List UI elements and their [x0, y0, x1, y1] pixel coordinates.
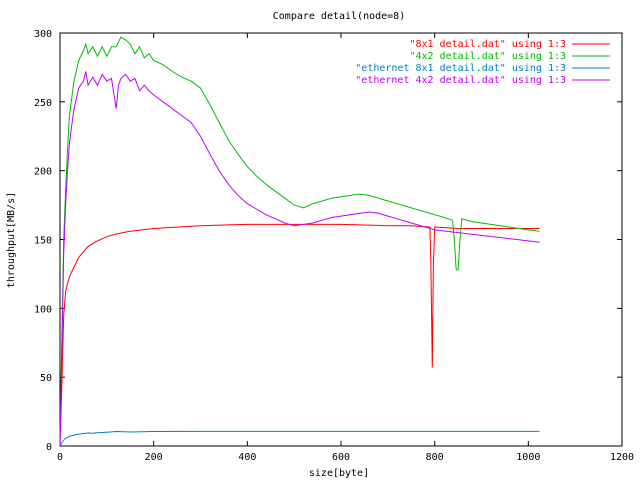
series-lines [59, 36, 540, 447]
series-line-3 [59, 430, 540, 447]
legend-label-1: "8x1 detail.dat" using 1:3 [409, 39, 566, 50]
x-tick-label: 200 [145, 452, 163, 463]
series-line-1 [59, 223, 540, 447]
x-tick-label: 0 [57, 452, 63, 463]
series-line-4 [59, 71, 540, 447]
series-line-2 [59, 36, 540, 447]
legend-label-2: "4x2 detail.dat" using 1:3 [409, 51, 566, 62]
chart-title: Compare detail(node=8) [273, 11, 405, 22]
x-tick-label: 600 [332, 452, 350, 463]
y-tick-label: 200 [34, 167, 52, 178]
axis-ticks: 0 200 400 600 800 1000 1200 0 50 100 150 200 250 300 [34, 29, 634, 463]
chart: Compare detail(node=8) size[byte] throug… [6, 11, 634, 479]
plot-frame [59, 32, 623, 447]
y-tick-label: 0 [46, 442, 52, 453]
x-axis-label: size[byte] [309, 468, 369, 479]
x-tick-label: 1200 [610, 452, 634, 463]
y-tick-label: 50 [40, 373, 52, 384]
y-tick-label: 100 [34, 304, 52, 315]
x-tick-label: 1000 [516, 452, 540, 463]
y-axis-label: throughput[MB/s] [6, 192, 17, 288]
legend-label-4: "ethernet 4x2 detail.dat" using 1:3 [355, 75, 566, 86]
y-tick-label: 150 [34, 236, 52, 247]
y-tick-label: 300 [34, 29, 52, 40]
x-tick-label: 400 [238, 452, 256, 463]
x-tick-label: 800 [426, 452, 444, 463]
legend-label-3: "ethernet 8x1 detail.dat" using 1:3 [355, 63, 566, 74]
y-tick-label: 250 [34, 98, 52, 109]
legend: "8x1 detail.dat" using 1:3"4x2 detail.da… [355, 39, 610, 86]
